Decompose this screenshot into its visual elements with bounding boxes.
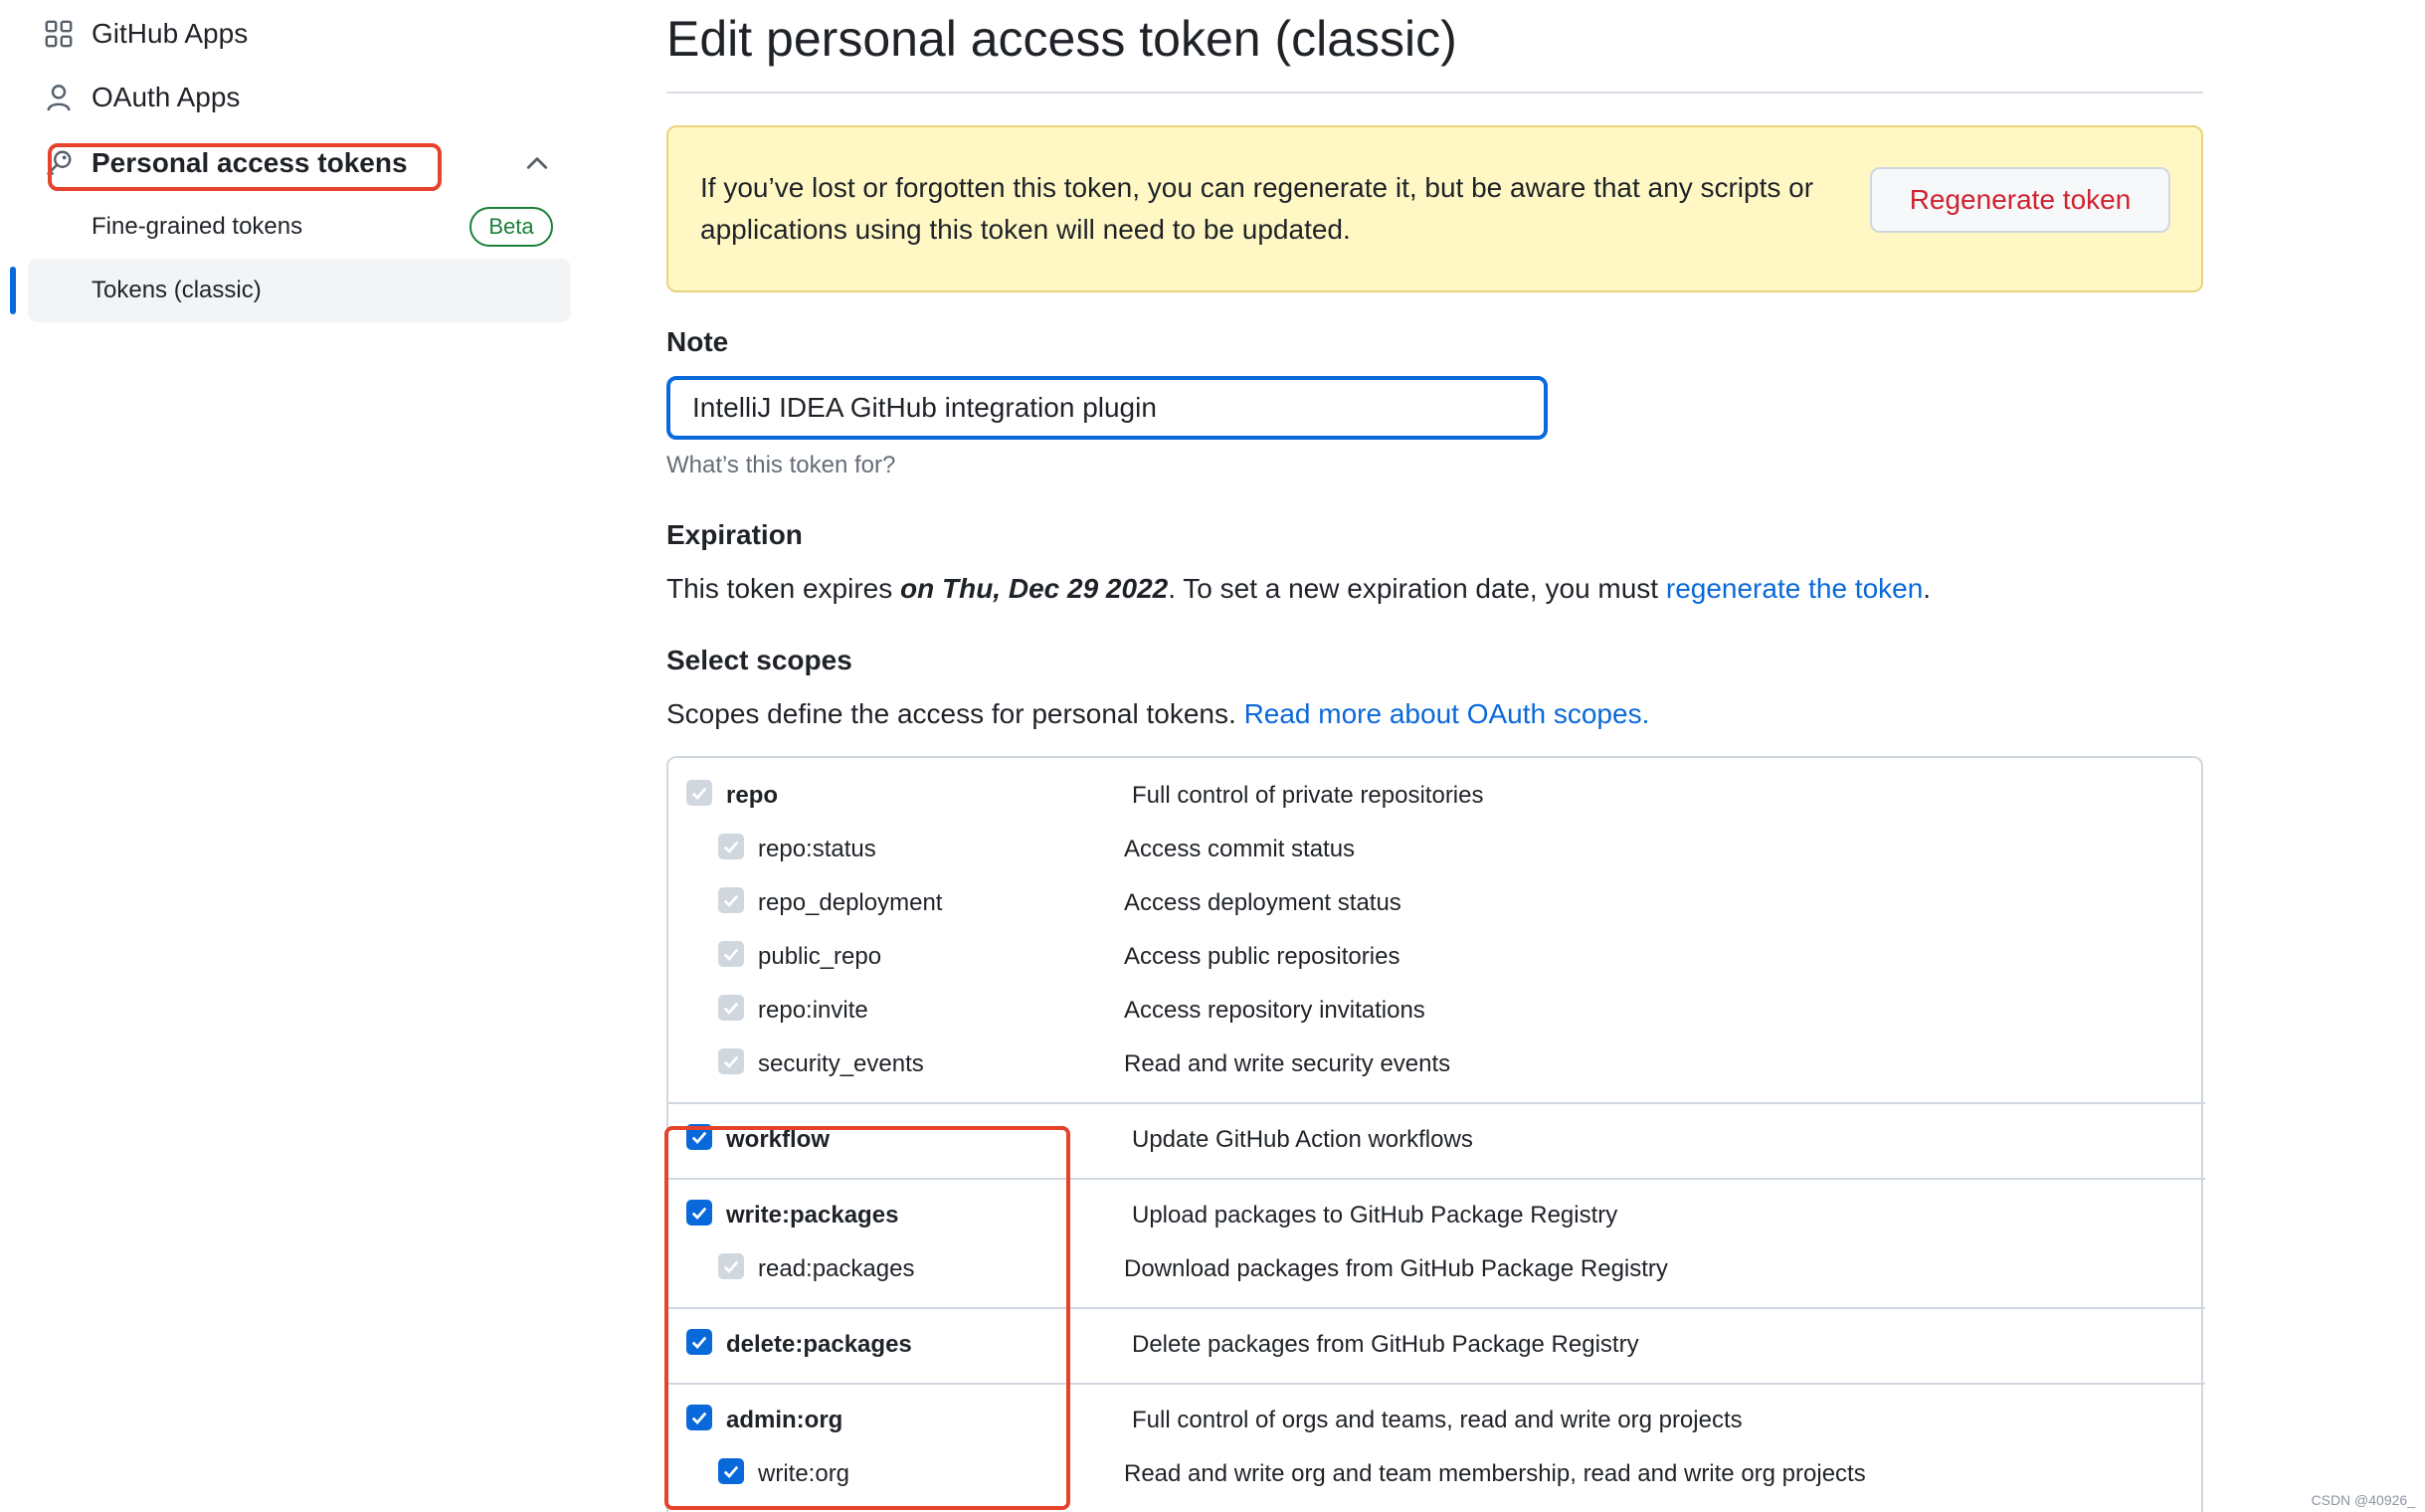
regenerate-token-button[interactable]: Regenerate token (1870, 167, 2170, 233)
sidebar-subitem-tokens-classic[interactable]: Tokens (classic) (28, 259, 571, 322)
sidebar-subitem-label: Fine-grained tokens (92, 213, 303, 240)
sidebar-subitem-label: Tokens (classic) (92, 277, 262, 303)
scopes-intro-text: Scopes define the access for personal to… (666, 698, 1244, 729)
watermark: CSDN @40926_ (2311, 1492, 2416, 1508)
note-input[interactable] (666, 376, 1548, 440)
page-title: Edit personal access token (classic) (666, 11, 1457, 67)
scope-description: Access deployment status (1124, 889, 1401, 916)
scope-description: Update GitHub Action workflows (1132, 1126, 1473, 1153)
person-icon (47, 85, 71, 111)
scope-description: Read and write org and team membership, … (1124, 1460, 1866, 1487)
expiration-date: on Thu, Dec 29 2022 (900, 573, 1169, 604)
scope-description: Access public repositories (1124, 943, 1400, 970)
expiration-text-after: . To set a new expiration date, you must (1168, 573, 1666, 604)
scope-name: public_repo (758, 943, 882, 970)
scope-description: Full control of orgs and teams, read and… (1132, 1407, 1743, 1433)
check-icon (723, 1002, 739, 1016)
note-hint: What’s this token for? (666, 452, 896, 478)
check-icon (691, 787, 707, 801)
repo-checkbox[interactable] (686, 780, 712, 806)
chevron-up-icon[interactable] (523, 149, 551, 177)
annotation-highlight-box (664, 1126, 1070, 1510)
expiration-label: Expiration (666, 519, 803, 550)
scope-name: repo:status (758, 836, 876, 862)
expiration-text-before: This token expires (666, 573, 900, 604)
flash-message: If you’ve lost or forgotten this token, … (700, 172, 1814, 245)
scope-name: repo (726, 782, 779, 809)
sidebar-item-label: GitHub Apps (92, 18, 249, 49)
scope-description: Full control of private repositories (1132, 782, 1484, 809)
scope-name: repo_deployment (758, 889, 943, 916)
check-icon (723, 894, 739, 908)
repo-invite-checkbox[interactable] (718, 995, 744, 1021)
security-events-checkbox[interactable] (718, 1048, 744, 1074)
group-divider (668, 1102, 2205, 1104)
repo-status-checkbox[interactable] (718, 834, 744, 859)
sidebar-item-github-apps[interactable]: GitHub Apps (0, 6, 577, 62)
beta-badge: Beta (469, 207, 553, 247)
scope-description: Access repository invitations (1124, 997, 1425, 1024)
scope-description: Read and write security events (1124, 1050, 1451, 1077)
annotation-highlight-box (48, 143, 442, 191)
scope-name: repo:invite (758, 997, 868, 1024)
apps-grid-icon (45, 20, 73, 48)
scope-description: Upload packages to GitHub Package Regist… (1132, 1202, 1618, 1228)
warning-flash: If you’ve lost or forgotten this token, … (666, 125, 2203, 292)
active-indicator (10, 267, 16, 314)
sidebar-item-oauth-apps[interactable]: OAuth Apps (0, 70, 577, 125)
scope-description: Delete packages from GitHub Package Regi… (1132, 1331, 1639, 1358)
expiration-text-end: . (1923, 573, 1932, 604)
title-divider (666, 92, 2203, 94)
check-icon (723, 948, 739, 962)
check-icon (723, 1055, 739, 1069)
settings-sidebar: GitHub Apps OAuth Apps Personal access t… (0, 0, 577, 1512)
oauth-scopes-link[interactable]: Read more about OAuth scopes. (1244, 698, 1650, 729)
scope-description: Access commit status (1124, 836, 1356, 862)
repo-deployment-checkbox[interactable] (718, 887, 744, 913)
scope-description: Download packages from GitHub Package Re… (1124, 1255, 1668, 1282)
check-icon (723, 841, 739, 854)
sidebar-item-label: OAuth Apps (92, 82, 241, 112)
public-repo-checkbox[interactable] (718, 941, 744, 967)
scopes-intro: Scopes define the access for personal to… (666, 698, 1649, 730)
scope-name: security_events (758, 1050, 924, 1077)
regenerate-token-link[interactable]: regenerate the token (1666, 573, 1923, 604)
note-label: Note (666, 326, 729, 357)
expiration-text: This token expires on Thu, Dec 29 2022. … (666, 573, 1931, 605)
select-scopes-label: Select scopes (666, 645, 852, 675)
